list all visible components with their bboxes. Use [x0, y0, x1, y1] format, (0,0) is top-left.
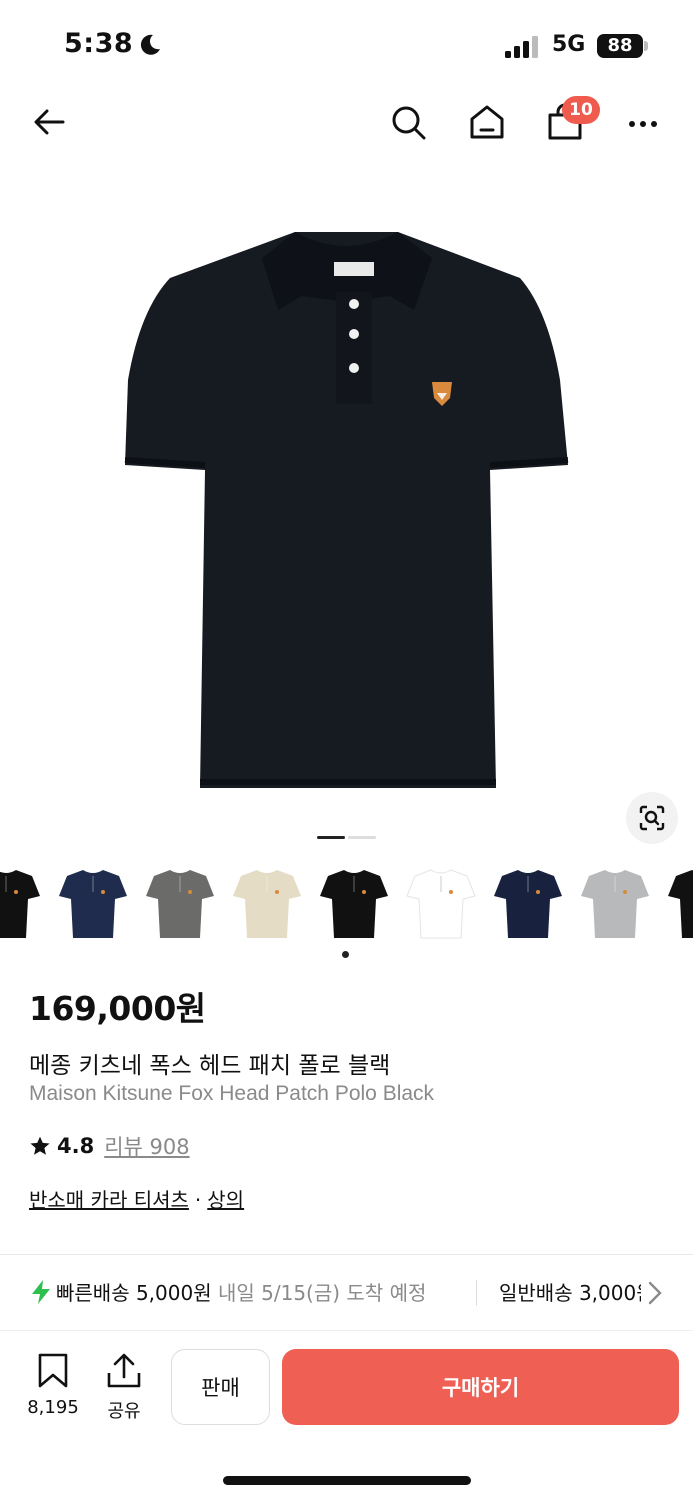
polo-thumb-image: [581, 870, 649, 938]
category-separator: ·: [194, 1188, 202, 1212]
more-button[interactable]: [621, 100, 665, 144]
color-option-thumb[interactable]: [314, 862, 394, 946]
color-option-thumb[interactable]: [401, 862, 481, 946]
category-link-primary[interactable]: 반소매 카라 티셔츠: [29, 1188, 189, 1212]
normal-shipping-label: 일반배송 3,000원: [499, 1281, 641, 1305]
share-button[interactable]: 공유: [100, 1353, 148, 1423]
image-page-indicator-active: [317, 836, 345, 839]
polo-thumb-image: [59, 870, 127, 938]
polo-thumb-image: [494, 870, 562, 938]
home-indicator: [223, 1476, 471, 1485]
category-link-secondary[interactable]: 상의: [207, 1188, 244, 1212]
polo-thumb-image: [668, 870, 693, 938]
buy-button[interactable]: 구매하기: [282, 1349, 679, 1425]
color-option-thumb[interactable]: [227, 862, 307, 946]
bookmark-button[interactable]: 8,195: [22, 1353, 84, 1418]
product-price: 169,000원: [29, 989, 206, 1028]
product-name-ko: 메종 키츠네 폭스 헤드 패치 폴로 블랙: [29, 1053, 391, 1079]
lens-search-icon: [639, 805, 665, 831]
moon-icon: [140, 34, 160, 55]
divider: [0, 1254, 693, 1255]
back-arrow-icon: [34, 109, 65, 135]
color-option-thumb[interactable]: [53, 862, 133, 946]
bolt-icon: [32, 1280, 50, 1304]
color-option-thumb[interactable]: [488, 862, 568, 946]
cart-count-badge: 10: [562, 96, 600, 124]
color-option-thumb[interactable]: [0, 862, 46, 946]
sell-button[interactable]: 판매: [171, 1349, 270, 1425]
rating-row: 4.8 리뷰 908: [29, 1131, 190, 1161]
color-option-thumb[interactable]: [140, 862, 220, 946]
bookmark-icon: [38, 1353, 68, 1388]
shipping-separator: [476, 1280, 477, 1306]
category-breadcrumb: 반소매 카라 티셔츠 · 상의: [29, 1184, 244, 1213]
color-option-thumb[interactable]: [662, 862, 693, 946]
star-icon: [30, 1136, 50, 1155]
status-bar: 5:38 5G 88: [0, 0, 693, 90]
share-icon: [107, 1353, 141, 1388]
fast-shipping-label: 빠른배송 5,000원: [56, 1281, 212, 1305]
home-button[interactable]: [465, 100, 509, 144]
status-time: 5:38: [64, 28, 134, 59]
share-label: 공유: [107, 1401, 141, 1422]
battery-nub: [644, 41, 648, 51]
polo-thumb-image: [320, 870, 388, 938]
search-icon: [392, 106, 426, 140]
image-page-indicator: [348, 836, 376, 839]
color-options: [0, 862, 693, 946]
product-name-en: Maison Kitsune Fox Head Patch Polo Black: [29, 1082, 435, 1105]
back-button[interactable]: [27, 100, 71, 144]
rating-value: 4.8: [57, 1134, 95, 1158]
image-search-button[interactable]: [626, 792, 678, 844]
bottom-action-bar: 8,195 공유 판매 구매하기: [0, 1330, 693, 1500]
color-option-thumb[interactable]: [575, 862, 655, 946]
bookmark-count: 8,195: [27, 1397, 79, 1418]
more-icon: [629, 121, 657, 127]
signal-icon: [505, 36, 538, 58]
fast-shipping-eta: 내일 5/15(금) 도착 예정: [217, 1281, 427, 1305]
network-type: 5G: [552, 32, 586, 57]
polo-thumb-image: [0, 870, 40, 938]
search-button[interactable]: [386, 100, 430, 144]
product-image[interactable]: [0, 160, 693, 850]
chevron-right-icon: [648, 1281, 662, 1305]
shipping-options[interactable]: 빠른배송 5,000원 내일 5/15(금) 도착 예정 일반배송 3,000원: [0, 1256, 693, 1328]
home-icon: [470, 105, 504, 139]
polo-thumb-image: [146, 870, 214, 938]
selected-color-dot: [342, 951, 349, 958]
battery-level: 88: [597, 34, 643, 58]
polo-thumb-image: [406, 869, 476, 939]
polo-thumb-image: [233, 870, 301, 938]
review-count-link[interactable]: 리뷰 908: [104, 1131, 189, 1161]
fast-shipping-option: 빠른배송 5,000원 내일 5/15(금) 도착 예정: [56, 1277, 426, 1306]
polo-shirt-image: [124, 232, 569, 788]
